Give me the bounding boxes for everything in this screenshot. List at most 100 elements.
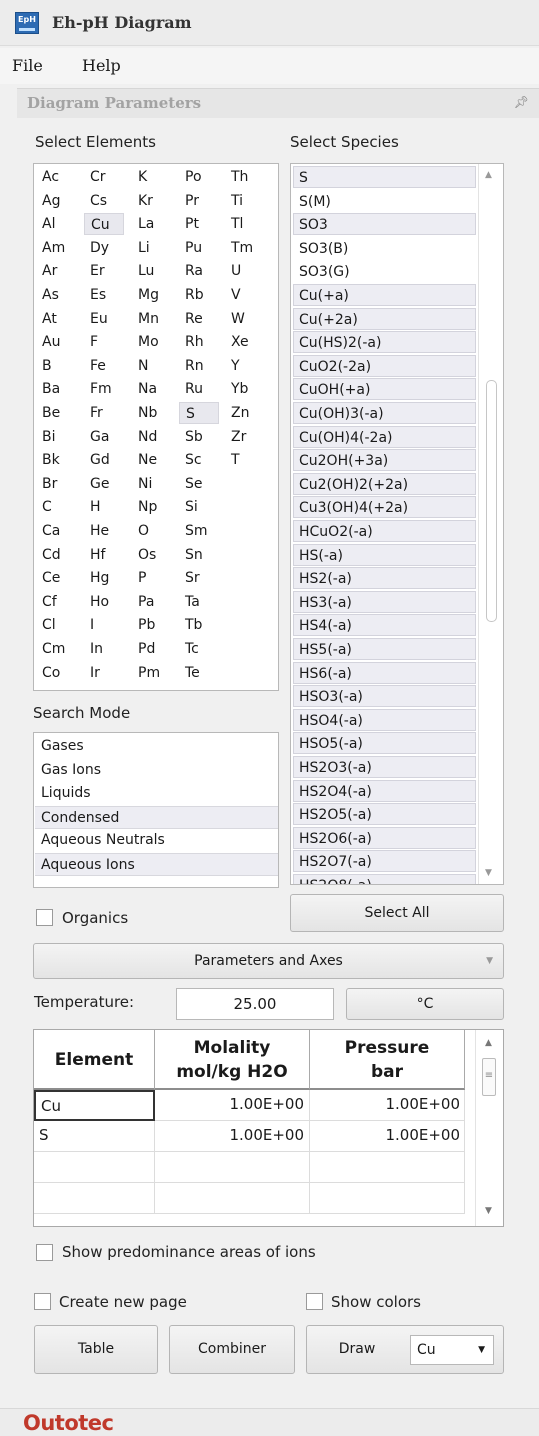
species-item[interactable]: HS5(-a) [293, 638, 476, 660]
element-item[interactable]: V [225, 284, 265, 306]
element-item[interactable]: Cu [84, 213, 124, 236]
element-item[interactable]: Li [132, 237, 172, 259]
element-item[interactable]: Eu [84, 308, 124, 330]
grid-cell-pressure[interactable]: 1.00E+00 [310, 1121, 465, 1152]
element-item[interactable]: T [225, 449, 265, 471]
element-item[interactable]: Co [36, 662, 76, 684]
element-item[interactable]: S [179, 402, 219, 424]
species-item[interactable]: Cu(HS)2(-a) [293, 331, 476, 354]
species-item[interactable]: CuO2(-2a) [293, 354, 476, 377]
element-item[interactable]: H [84, 496, 124, 518]
grid-cell-empty[interactable] [310, 1152, 465, 1183]
element-item[interactable]: Ta [179, 591, 219, 613]
element-item[interactable]: Y [225, 355, 265, 377]
draw-button[interactable]: Draw [307, 1326, 407, 1373]
species-item[interactable]: HS2O7(-a) [293, 850, 476, 873]
grid-cell-molality[interactable]: 1.00E+00 [155, 1090, 310, 1121]
element-item[interactable]: Ga [84, 426, 124, 448]
element-item[interactable]: Fe [84, 355, 124, 377]
element-item[interactable]: Tm [225, 237, 265, 259]
element-item[interactable]: Sn [179, 544, 219, 566]
element-item[interactable]: Dy [84, 237, 124, 259]
element-item[interactable]: Ce [36, 567, 76, 589]
element-item[interactable]: Es [84, 284, 124, 306]
species-item[interactable]: SO3(B) [293, 236, 476, 259]
element-item[interactable]: O [132, 520, 172, 542]
species-item[interactable]: HSO4(-a) [293, 708, 476, 731]
show-colors-checkbox[interactable] [306, 1293, 323, 1310]
search-mode-item[interactable]: Liquids [35, 782, 278, 805]
organics-checkbox[interactable] [36, 909, 53, 926]
element-item[interactable]: Ir [84, 662, 124, 684]
element-item[interactable]: N [132, 355, 172, 377]
element-item[interactable]: Ag [36, 190, 76, 212]
species-item[interactable]: Cu(OH)4(-2a) [293, 425, 476, 448]
element-item[interactable]: Yb [225, 378, 265, 400]
grid-cell-element[interactable]: Cu [34, 1090, 155, 1121]
element-item[interactable]: B [36, 355, 76, 377]
species-item[interactable]: HCuO2(-a) [293, 520, 476, 542]
search-mode-item[interactable]: Aqueous Neutrals [35, 829, 278, 852]
grid-cell-element[interactable]: S [34, 1121, 155, 1152]
element-item[interactable]: Mn [132, 308, 172, 330]
element-item[interactable]: Cr [84, 166, 124, 188]
parameters-axes-dropdown[interactable]: Parameters and Axes ▼ [33, 943, 504, 979]
species-item[interactable]: SO3(G) [293, 260, 476, 283]
search-mode-list[interactable]: Gases Gas Ions Liquids Condensed Aqueous Neu… [33, 732, 279, 888]
species-item[interactable]: HS3(-a) [293, 590, 476, 613]
element-item[interactable]: Si [179, 496, 219, 518]
species-item[interactable]: HS2(-a) [293, 567, 476, 590]
species-item[interactable]: HS2O4(-a) [293, 779, 476, 802]
grid-cell-empty[interactable] [34, 1183, 155, 1214]
element-item[interactable]: Cs [84, 190, 124, 212]
element-item[interactable]: Cm [36, 638, 76, 660]
element-item[interactable]: Pm [132, 662, 172, 684]
element-item[interactable]: K [132, 166, 172, 188]
element-item[interactable]: In [84, 638, 124, 660]
species-item[interactable]: Cu(+a) [293, 284, 476, 306]
create-new-page-checkbox[interactable] [34, 1293, 51, 1310]
species-item[interactable]: HS2O8(-a) [293, 874, 476, 884]
draw-element-select[interactable]: Cu ▼ [410, 1335, 494, 1365]
element-item[interactable]: Na [132, 378, 172, 400]
element-item[interactable]: Nb [132, 402, 172, 424]
species-item[interactable]: CuOH(+a) [293, 378, 476, 401]
element-item[interactable]: Tl [225, 213, 265, 235]
element-item[interactable]: Cd [36, 544, 76, 566]
element-item[interactable]: Ho [84, 591, 124, 613]
element-item[interactable]: As [36, 284, 76, 306]
element-item[interactable]: Zn [225, 402, 265, 424]
elements-list[interactable]: Ac Ag Al Am Ar As At Au B Ba Be Bi Bk Br C Ca Cd Ce Cf Cl Cm… [33, 163, 279, 691]
temperature-input[interactable]: 25.00 [176, 988, 334, 1020]
grid-cell-molality[interactable]: 1.00E+00 [155, 1121, 310, 1152]
species-item[interactable]: S [293, 166, 476, 188]
grid-cell-empty[interactable] [34, 1152, 155, 1183]
element-item[interactable]: Kr [132, 190, 172, 212]
element-item[interactable]: Br [36, 473, 76, 495]
species-item[interactable]: S(M) [293, 189, 476, 212]
search-mode-item[interactable]: Gas Ions [35, 759, 278, 782]
species-item[interactable]: Cu(+2a) [293, 307, 476, 330]
element-item[interactable]: W [225, 308, 265, 330]
grid-cell-pressure[interactable]: 1.00E+00 [310, 1090, 465, 1121]
species-item[interactable]: Cu2(OH)2(+2a) [293, 472, 476, 495]
element-item[interactable]: Rb [179, 284, 219, 306]
temperature-unit-button[interactable]: °C [346, 988, 504, 1020]
species-scrollbar[interactable]: ▲ ▼ [478, 164, 503, 884]
species-item[interactable]: HSO5(-a) [293, 732, 476, 755]
species-item[interactable]: HS(-a) [293, 543, 476, 566]
element-item[interactable]: Bk [36, 449, 76, 471]
element-item[interactable]: Am [36, 237, 76, 259]
element-item[interactable]: Zr [225, 426, 265, 448]
scroll-thumb[interactable]: ≡ [482, 1058, 496, 1096]
element-item[interactable]: Ba [36, 378, 76, 400]
scroll-thumb[interactable] [486, 380, 497, 622]
search-mode-item[interactable]: Aqueous Ions [35, 853, 278, 876]
element-item[interactable]: Ge [84, 473, 124, 495]
element-item[interactable]: Sc [179, 449, 219, 471]
element-item[interactable]: Au [36, 331, 76, 353]
species-item[interactable]: HS2O3(-a) [293, 756, 476, 778]
element-item[interactable]: Te [179, 662, 219, 684]
pin-icon[interactable]: 📌︎ [514, 95, 529, 109]
element-item[interactable]: At [36, 308, 76, 330]
